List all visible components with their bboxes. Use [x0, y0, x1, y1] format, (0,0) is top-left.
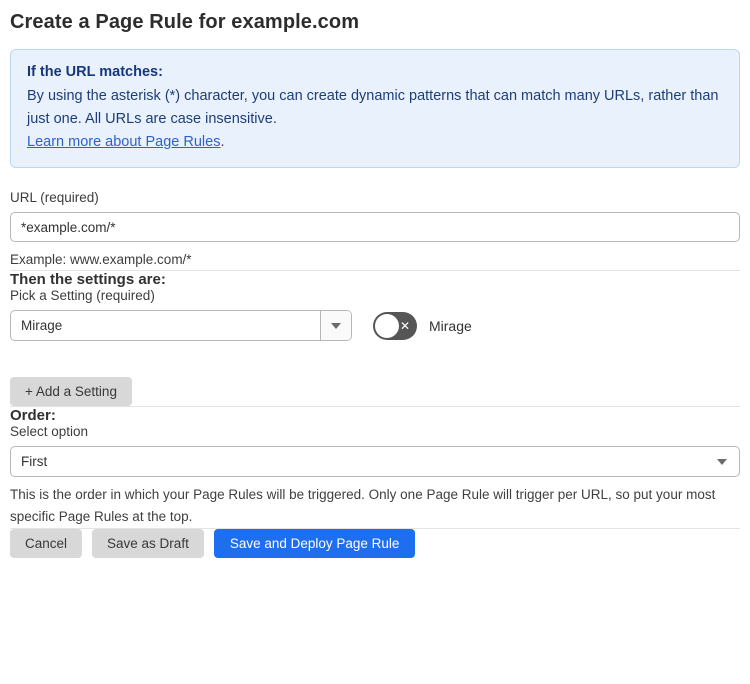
deploy-button[interactable]: Save and Deploy Page Rule — [213, 529, 416, 558]
cancel-button[interactable]: Cancel — [10, 529, 83, 558]
toggle-off-x-icon: ✕ — [399, 318, 410, 333]
url-example-text: Example: www.example.com/* — [10, 252, 192, 267]
order-label: Select option — [10, 424, 89, 439]
setting-select-arrow-button[interactable] — [320, 311, 351, 340]
learn-more-link[interactable]: Learn more about Page Rules — [27, 134, 220, 150]
setting-select[interactable]: Mirage — [10, 310, 352, 341]
page-rule-form: Create a Page Rule for example.com If th… — [0, 0, 750, 558]
save-draft-button[interactable]: Save as Draft — [92, 529, 204, 558]
setting-label: Pick a Setting (required) — [10, 288, 155, 303]
add-setting-button[interactable]: + Add a Setting — [10, 377, 132, 406]
order-helper-text: This is the order in which your Page Rul… — [10, 487, 716, 524]
toggle-knob — [375, 313, 399, 338]
link-suffix: . — [220, 134, 225, 150]
info-heading: If the URL matches: — [27, 64, 163, 80]
url-label: URL (required) — [10, 190, 99, 205]
chevron-down-icon — [331, 322, 341, 329]
toggle-label: Mirage — [429, 317, 472, 334]
order-heading: Order: — [10, 407, 56, 424]
info-link-line: Learn more about Page Rules. — [27, 131, 723, 154]
info-body: By using the asterisk (*) character, you… — [27, 88, 719, 127]
url-input[interactable] — [10, 212, 740, 242]
order-select-value: First — [21, 454, 48, 469]
info-box: If the URL matches: By using the asteris… — [10, 49, 740, 168]
setting-select-value: Mirage — [21, 318, 63, 333]
footer-actions: Cancel Save as Draft Save and Deploy Pag… — [10, 529, 740, 558]
setting-row: Mirage ✕ Mirage — [10, 310, 740, 341]
page-title: Create a Page Rule for example.com — [10, 11, 360, 33]
chevron-down-icon — [717, 458, 727, 465]
settings-heading: Then the settings are: — [10, 271, 166, 288]
mirage-toggle[interactable]: ✕ — [373, 311, 417, 340]
order-select[interactable]: First — [10, 446, 740, 477]
